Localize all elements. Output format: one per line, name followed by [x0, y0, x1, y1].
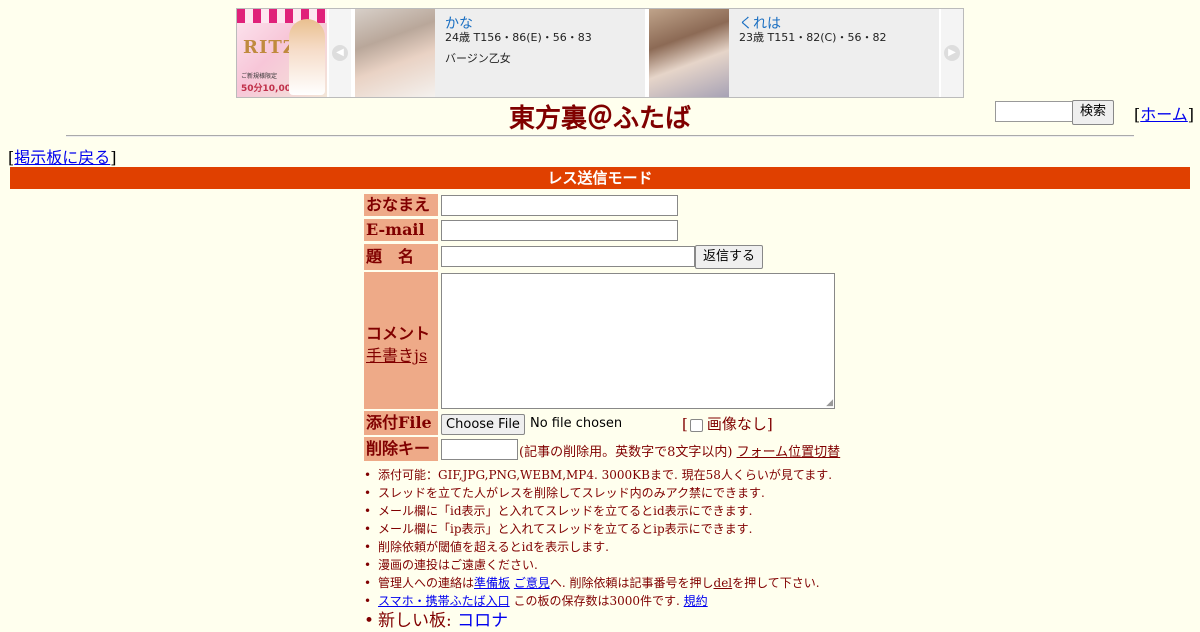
- search-button[interactable]: 検索: [1072, 100, 1114, 125]
- ad-card-kureha[interactable]: くれは 23歳 T151・82(C)・56・82: [649, 9, 939, 97]
- file-label: 添付File: [364, 411, 438, 435]
- new-board-link[interactable]: コロナ: [457, 611, 508, 631]
- comment-textarea[interactable]: ◢: [441, 273, 835, 409]
- rule-item: 管理人への連絡は準備板 ご意見へ. 削除依頼は記事番号を押しdelを押して下さい…: [364, 574, 864, 592]
- del-link[interactable]: del: [714, 576, 733, 590]
- rule-item: 新しい板: コロナ: [364, 610, 864, 632]
- ad-card-photo: [649, 9, 729, 97]
- chevron-left-icon: ◀: [332, 45, 348, 61]
- chevron-right-icon: ▶: [944, 45, 960, 61]
- search-input[interactable]: [995, 101, 1075, 122]
- subject-input[interactable]: [441, 246, 695, 267]
- rule-item: メール欄に「ip表示」と入れてスレッドを立てるとip表示にできます.: [364, 520, 864, 538]
- rule-item: メール欄に「id表示」と入れてスレッドを立てるとid表示にできます.: [364, 502, 864, 520]
- ad-card-photo: [355, 9, 435, 97]
- rule-text: を押して下さい.: [732, 576, 820, 590]
- mobile-entry-link[interactable]: スマホ・携帯ふたば入口: [378, 594, 510, 608]
- delete-key-label: 削除キー: [364, 437, 438, 461]
- comment-label-cell: コメント 手書きjs: [364, 272, 438, 409]
- ad-promo-tag: ご新規様限定: [241, 73, 278, 80]
- ad-card-spec: 24歳 T156・86(E)・56・83: [445, 31, 592, 44]
- ad-promo-photo: [289, 19, 325, 95]
- subject-label: 題 名: [364, 244, 438, 270]
- delete-key-note: (記事の削除用。英数字で8文字以内) フォーム位置切替: [519, 441, 840, 460]
- submit-button[interactable]: 返信する: [695, 245, 763, 269]
- delete-key-input[interactable]: [441, 439, 518, 460]
- rule-item: 添付可能：GIF,JPG,PNG,WEBM,MP4. 3000KBまで. 現在5…: [364, 466, 864, 484]
- rule-item: 削除依頼が閾値を超えるとidを表示します.: [364, 538, 864, 556]
- rule-text: この板の保存数は3000件です.: [509, 594, 684, 608]
- prep-board-link[interactable]: 準備板: [474, 576, 510, 590]
- email-input[interactable]: [441, 220, 678, 241]
- email-label: E-mail: [364, 219, 438, 241]
- feedback-link[interactable]: ご意見: [514, 576, 550, 590]
- comment-label: コメント: [366, 324, 431, 343]
- home-link-wrapper: [ホーム]: [1134, 105, 1195, 124]
- choose-file-button[interactable]: Choose File: [441, 414, 525, 435]
- rule-item: スレッドを立てた人がレスを削除してスレッド内のみアク禁にできます.: [364, 484, 864, 502]
- ad-card-kana[interactable]: かな 24歳 T156・86(E)・56・83 バージン乙女: [355, 9, 645, 97]
- reply-mode-bar: レス送信モード: [10, 167, 1190, 189]
- ad-card-spec: 23歳 T151・82(C)・56・82: [739, 31, 887, 44]
- back-to-board-link[interactable]: 掲示板に戻る: [14, 148, 110, 167]
- rule-item: スマホ・携帯ふたば入口 この板の保存数は3000件です. 規約: [364, 592, 864, 610]
- ad-promo-image[interactable]: RITZ ご新規様限定 50分10,000円: [237, 9, 327, 97]
- divider: [66, 135, 1134, 137]
- form-position-toggle-link[interactable]: フォーム位置切替: [737, 445, 841, 460]
- ad-card-catch: バージン乙女: [445, 52, 511, 65]
- ad-banner[interactable]: RITZ ご新規様限定 50分10,000円 ◀ かな 24歳 T156・86(…: [236, 8, 964, 98]
- file-status: No file chosen: [530, 416, 623, 431]
- tegaki-link[interactable]: 手書きjs: [366, 342, 427, 366]
- no-image-option: [画像なし]: [682, 415, 773, 433]
- no-image-label: 画像なし: [706, 415, 767, 433]
- ad-next-button[interactable]: ▶: [941, 9, 963, 97]
- name-label: おなまえ: [364, 194, 438, 216]
- home-link[interactable]: ホーム: [1140, 105, 1188, 124]
- rule-item: 漫画の連投はご遠慮ください.: [364, 556, 864, 574]
- delete-key-hint: (記事の削除用。英数字で8文字以内): [519, 445, 733, 460]
- terms-link[interactable]: 規約: [684, 594, 708, 608]
- back-link-wrapper: [掲示板に戻る]: [8, 148, 117, 167]
- no-image-checkbox[interactable]: [689, 418, 703, 432]
- resize-handle-icon[interactable]: ◢: [826, 398, 833, 408]
- name-input[interactable]: [441, 195, 678, 216]
- ad-prev-button[interactable]: ◀: [329, 9, 351, 97]
- rules-list: 添付可能：GIF,JPG,PNG,WEBM,MP4. 3000KBまで. 現在5…: [364, 466, 864, 632]
- rule-text: 新しい板:: [378, 611, 458, 631]
- rule-text: 管理人への連絡は: [378, 576, 475, 590]
- rule-text: へ. 削除依頼は記事番号を押し: [549, 576, 714, 590]
